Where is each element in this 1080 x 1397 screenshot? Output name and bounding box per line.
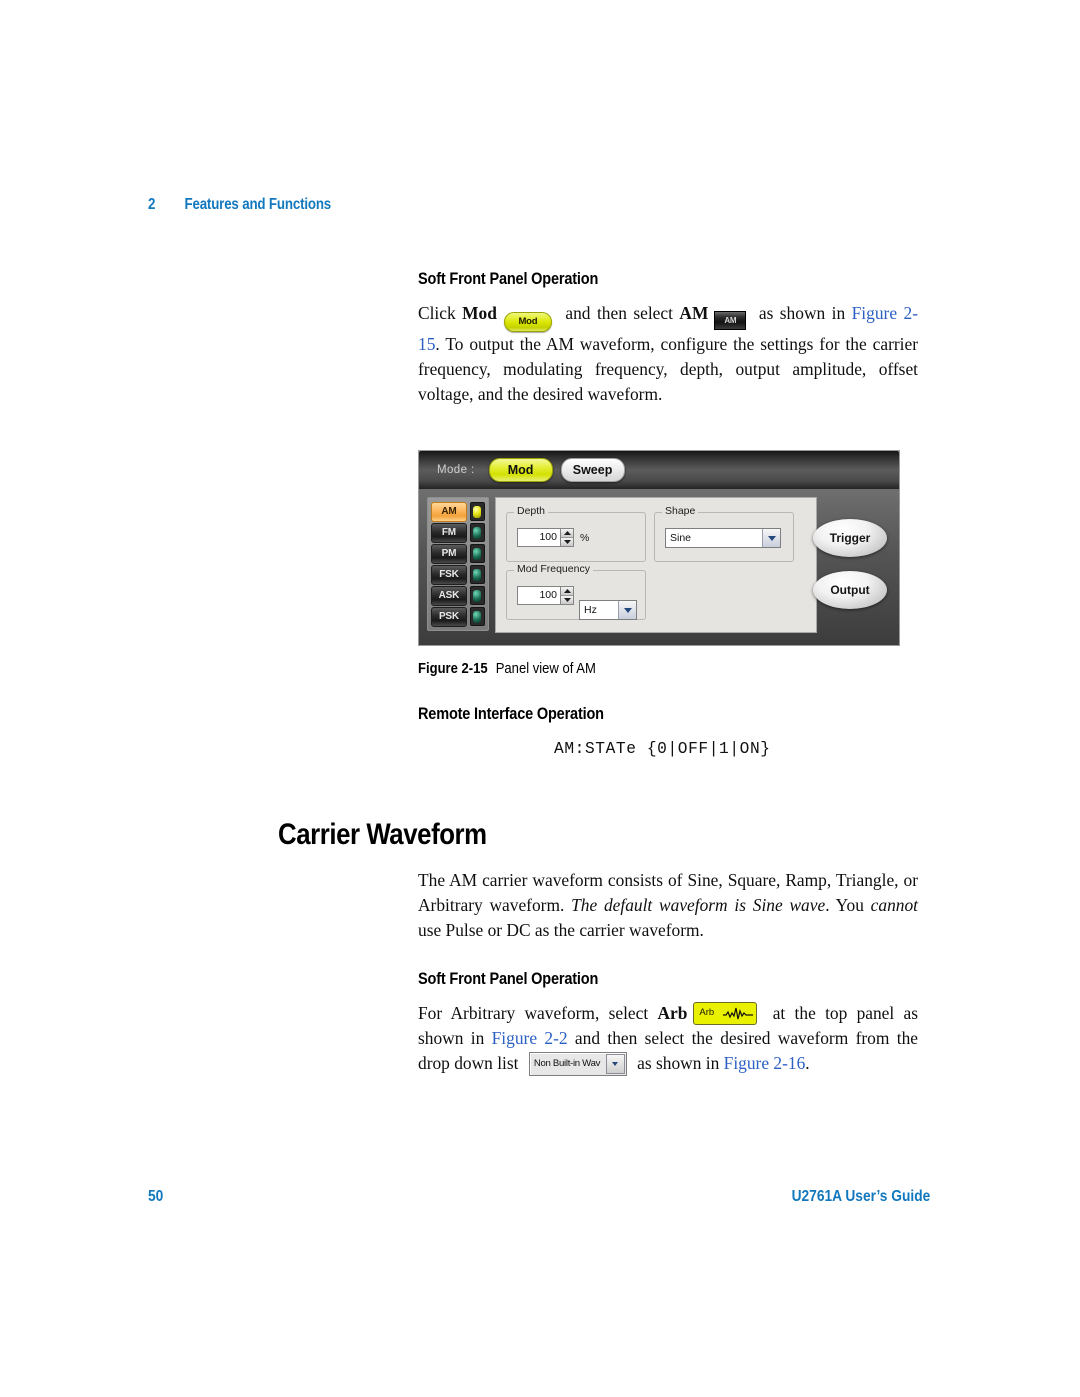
depth-input[interactable]: 100 [517, 528, 560, 547]
modulation-button-psk[interactable]: PSK [431, 606, 467, 627]
mod-frequency-spinner[interactable]: 100 [517, 586, 574, 605]
modulation-row-fm: FM [431, 522, 485, 543]
led-indicator-pm [469, 544, 485, 563]
group-depth: Depth 100 % [506, 505, 646, 562]
panel-body: AM FM PM FSK ASK PSK Depth 100 % Mod Fre… [419, 489, 899, 645]
output-button[interactable]: Output [813, 571, 887, 609]
mode-button-mod[interactable]: Mod [488, 458, 553, 482]
text-fragment: For Arbitrary waveform, select [418, 1003, 658, 1023]
heading-soft-front-panel-operation: Soft Front Panel Operation [418, 270, 599, 288]
modulation-button-fsk[interactable]: FSK [431, 564, 467, 585]
mode-label: Mode : [437, 464, 475, 476]
spin-up-icon[interactable] [561, 587, 573, 595]
am-button-icon: AM [714, 311, 747, 330]
figure-caption-text: Panel view of AM [495, 661, 596, 677]
scpi-command: AM:STATe {0|OFF|1|ON} [554, 740, 771, 758]
modulation-row-am: AM [431, 501, 485, 522]
modulation-row-fsk: FSK [431, 564, 485, 585]
figure-caption-label: Figure 2-15 [418, 661, 488, 677]
xref-figure-2-16[interactable]: Figure 2-16 [724, 1053, 806, 1073]
text-fragment: and then select [558, 303, 680, 323]
modulation-button-pm[interactable]: PM [431, 543, 467, 564]
mod-frequency-unit-value: Hz [584, 604, 597, 616]
modulation-type-list: AM FM PM FSK ASK PSK [427, 497, 489, 631]
waveform-dropdown-value: Non Built-in Wav [533, 1058, 601, 1070]
section-soft-front-panel-1: Soft Front Panel Operation Click Mod Mod … [418, 270, 918, 408]
bold-mod-label: Mod [462, 303, 497, 323]
paragraph-carrier-waveform: The AM carrier waveform consists of Sine… [418, 868, 918, 944]
document-page: 2 Features and Functions Soft Front Pane… [0, 0, 1080, 1397]
section-carrier-waveform-body: The AM carrier waveform consists of Sine… [418, 868, 918, 944]
running-head: 2 Features and Functions [148, 196, 331, 214]
spin-down-icon[interactable] [561, 595, 573, 604]
led-indicator-psk [469, 607, 485, 626]
modulation-button-am[interactable]: AM [431, 501, 467, 522]
depth-spinner[interactable]: 100 % [517, 528, 589, 547]
chevron-down-icon[interactable] [618, 601, 636, 619]
spin-down-icon[interactable] [561, 537, 573, 546]
figure-panel-view-of-am: Mode : Mod Sweep AM FM PM FSK ASK PSK De… [418, 450, 900, 646]
figure-caption: Figure 2-15 Panel view of AM [418, 661, 596, 677]
depth-spin-buttons[interactable] [560, 528, 574, 547]
modulation-row-ask: ASK [431, 585, 485, 606]
chapter-title-runhead: Features and Functions [184, 196, 332, 213]
text-fragment: as shown in [752, 303, 852, 323]
depth-unit-label: % [580, 531, 590, 544]
arb-button-label: Arb [699, 1007, 715, 1018]
led-indicator-fsk [469, 565, 485, 584]
text-fragment: use Pulse or DC as the carrier waveform. [418, 920, 704, 941]
section-remote-interface: Remote Interface Operation AM:STATe {0|O… [418, 705, 918, 758]
group-label-mod-frequency: Mod Frequency [514, 563, 593, 575]
waveform-icon [723, 1007, 754, 1020]
trigger-button[interactable]: Trigger [813, 519, 887, 557]
group-shape: Shape Sine [654, 505, 794, 562]
mode-button-sweep[interactable]: Sweep [560, 458, 625, 482]
group-label-depth: Depth [514, 505, 549, 517]
paragraph-am-instructions: Click Mod Mod and then select AM AM as sho… [418, 301, 918, 408]
heading-soft-front-panel-operation-2: Soft Front Panel Operation [418, 970, 599, 988]
footer-page-number: 50 [148, 1188, 164, 1205]
panel-settings-area: Depth 100 % Mod Frequency 100 Hz Shape S… [495, 497, 817, 633]
xref-figure-2-2[interactable]: Figure 2-2 [492, 1028, 568, 1048]
mod-button-icon: Mod [503, 312, 552, 332]
heading-remote-interface-operation: Remote Interface Operation [418, 705, 604, 723]
led-indicator-fm [469, 523, 485, 542]
modulation-row-pm: PM [431, 543, 485, 564]
arb-button-icon: Arb [693, 1002, 758, 1025]
text-fragment: Click [418, 303, 463, 323]
mod-frequency-input[interactable]: 100 [517, 586, 560, 605]
footer-guide-title: U2761A User’s Guide [791, 1188, 930, 1205]
panel-action-buttons: Trigger Output [809, 497, 891, 631]
spin-up-icon[interactable] [561, 529, 573, 537]
paragraph-arbitrary-waveform: For Arbitrary waveform, select Arb Arb at… [418, 1001, 918, 1077]
group-mod-frequency: Mod Frequency 100 Hz [506, 563, 646, 620]
text-fragment: . [805, 1053, 810, 1074]
shape-value: Sine [670, 532, 692, 544]
chapter-number: 2 [148, 196, 156, 213]
waveform-dropdown-icon: Non Built-in Wav [528, 1052, 627, 1077]
text-fragment: . To output the AM waveform, configure t… [418, 334, 918, 405]
mod-frequency-unit-dropdown[interactable]: Hz [579, 600, 637, 620]
panel-mode-bar: Mode : Mod Sweep [419, 451, 899, 489]
italic-cannot: cannot [870, 895, 918, 916]
text-fragment: as shown in [632, 1053, 724, 1074]
modulation-button-ask[interactable]: ASK [431, 585, 467, 606]
italic-default-waveform: The default waveform is Sine wave [571, 895, 826, 916]
chevron-down-icon [605, 1054, 625, 1075]
led-indicator-am [469, 502, 485, 521]
group-label-shape: Shape [662, 505, 699, 517]
led-indicator-ask [469, 586, 485, 605]
chevron-down-icon[interactable] [762, 529, 780, 547]
mod-frequency-spin-buttons[interactable] [560, 586, 574, 605]
page-title: Carrier Waveform [278, 818, 487, 851]
bold-arb-label: Arb [657, 1003, 688, 1023]
modulation-row-psk: PSK [431, 606, 485, 627]
modulation-button-fm[interactable]: FM [431, 522, 467, 543]
bold-am-label: AM [679, 303, 709, 323]
text-fragment: . You [825, 895, 871, 916]
section-soft-front-panel-2: Soft Front Panel Operation For Arbitrary… [418, 970, 918, 1077]
shape-dropdown[interactable]: Sine [665, 528, 781, 548]
